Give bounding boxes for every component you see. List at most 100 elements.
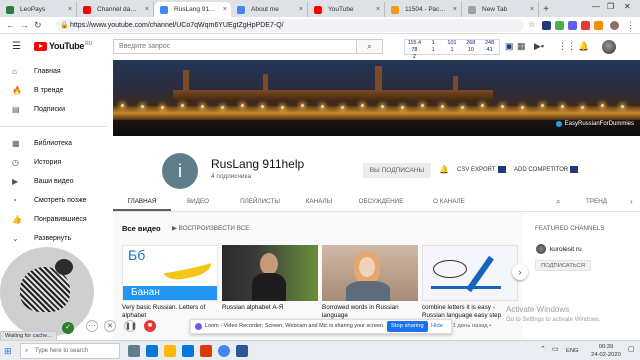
featured-channel-avatar[interactable] (536, 244, 546, 254)
video-card[interactable]: Borrowed words in Russian language (322, 245, 418, 320)
next-arrow-button[interactable]: › (512, 264, 528, 280)
browser-tab[interactable]: About me × (231, 2, 308, 17)
ext-grid-icon[interactable]: ▦ (517, 41, 526, 52)
file-explorer-icon[interactable] (164, 345, 176, 357)
close-tab-icon[interactable]: × (68, 2, 72, 17)
bell-icon[interactable]: 🔔 (439, 165, 449, 174)
channel-tab[interactable]: ГЛАВНАЯ (113, 193, 171, 211)
browser-tab[interactable]: 11504 - Рассылк × (385, 2, 462, 17)
profile-icon[interactable] (610, 21, 619, 30)
browser-tab[interactable]: YouTube × (308, 2, 385, 17)
video-thumbnail[interactable] (422, 245, 518, 301)
sidebar-item[interactable]: ▦ Библиотека (0, 134, 108, 153)
browser-tab[interactable]: Channel dashboard × (77, 2, 154, 17)
video-card[interactable]: combine letters it is easy - Russian lan… (422, 245, 518, 320)
task-view-icon[interactable] (128, 345, 140, 357)
sidebar-item[interactable]: 👍 Понравившиеся (0, 210, 108, 229)
extension-icon[interactable] (555, 21, 564, 30)
clock[interactable]: 00:39 24-02-2020 (586, 343, 626, 359)
sidebar-item[interactable]: ◷ История (0, 153, 108, 172)
back-icon[interactable]: ← (6, 20, 15, 30)
new-tab-button[interactable]: + (539, 2, 553, 17)
notifications-center-icon[interactable]: ▢ (628, 346, 635, 354)
video-title[interactable]: Very basic Russian. Letters of alphabet (122, 304, 218, 320)
forward-icon[interactable]: → (20, 20, 29, 30)
extension-icon[interactable] (594, 21, 603, 30)
stop-sharing-button[interactable]: Stop sharing (387, 321, 428, 332)
recorder-close-icon[interactable]: ✕ (104, 320, 116, 332)
ext-badge-icon[interactable]: ▣ (505, 41, 514, 52)
featured-subscribe-button[interactable]: ПОДПИСАТЬСЯ (535, 260, 591, 271)
search-input[interactable]: Введите запрос (113, 39, 357, 54)
star-icon[interactable]: ☆ (528, 20, 535, 29)
play-all-button[interactable]: ▶ ВОСПРОИЗВЕСТИ ВСЕ (172, 225, 249, 232)
channel-tab[interactable]: ВИДЕО (171, 193, 225, 211)
word-icon[interactable] (236, 345, 248, 357)
video-thumbnail[interactable]: Бб Банан (122, 245, 218, 301)
channel-tab[interactable]: ОБСУЖДЕНИЕ (343, 193, 419, 211)
apps-icon[interactable]: ⋮⋮ (558, 41, 576, 52)
chevron-right-icon[interactable]: › (630, 197, 633, 206)
minimize-icon[interactable]: — (592, 2, 600, 11)
browser-tab[interactable]: LeoPays × (0, 2, 77, 17)
close-tab-icon[interactable]: × (223, 2, 227, 17)
sidebar-item[interactable]: 🔥 В тренде (0, 81, 108, 100)
channel-tab[interactable]: ПЛЕЙЛИСТЫ (225, 193, 295, 211)
recorder-stop-icon[interactable]: ■ (144, 320, 156, 332)
sidebar-item[interactable]: ⌄ Развернуть (0, 229, 108, 248)
sidebar-item[interactable]: ▤ Подписки (0, 100, 108, 119)
tray-arrow-icon[interactable]: ⌃ (540, 346, 546, 354)
taskbar-search-input[interactable]: ⌕ Type here to search (20, 343, 120, 359)
video-title[interactable]: Russian alphabet А-Я (222, 304, 318, 320)
subscribed-button[interactable]: ВЫ ПОДПИСАНЫ (363, 163, 431, 178)
notifications-icon[interactable]: 🔔 (578, 41, 589, 52)
chrome-icon[interactable] (218, 345, 230, 357)
extension-icon[interactable] (542, 21, 551, 30)
video-thumbnail[interactable] (322, 245, 418, 301)
channel-search-icon[interactable]: ⌕ (556, 197, 560, 207)
video-card[interactable]: Russian alphabet А-Я (222, 245, 318, 320)
close-tab-icon[interactable]: × (145, 2, 149, 17)
add-competitor-button[interactable]: ADD COMPETITOR (514, 166, 579, 173)
loom-extension-icon[interactable] (568, 21, 577, 30)
tab-trending[interactable]: ТРЕНД (586, 198, 607, 205)
featured-channel-name[interactable]: kurolesit ru (550, 246, 582, 253)
browser-tab[interactable]: New Tab × (462, 2, 539, 17)
sidebar-item[interactable]: ⌂ Главная (0, 62, 108, 81)
video-card[interactable]: Бб Банан Very basic Russian. Letters of … (122, 245, 218, 320)
close-window-icon[interactable]: ✕ (624, 2, 631, 11)
menu-dots-icon[interactable]: ⋮ (626, 20, 635, 31)
webcam-bubble[interactable] (0, 247, 94, 337)
hamburger-menu-icon[interactable]: ☰ (12, 41, 21, 52)
youtube-logo[interactable]: YouTube RU (34, 41, 92, 51)
extension-icon[interactable] (581, 21, 590, 30)
channel-tab[interactable]: КАНАЛЫ (295, 193, 343, 211)
store-icon[interactable] (182, 345, 194, 357)
language-indicator[interactable]: ENG (566, 347, 579, 355)
banner-social-link[interactable]: EasyRussianForDummies (555, 121, 634, 127)
network-icon[interactable]: ▭ (552, 346, 559, 354)
video-thumbnail[interactable] (222, 245, 318, 301)
create-video-icon[interactable]: ▶▪ (534, 41, 544, 52)
hide-button[interactable]: Hide (431, 321, 443, 332)
sidebar-item[interactable]: ▶ Ваши видео (0, 172, 108, 191)
close-tab-icon[interactable]: × (299, 2, 303, 17)
edge-icon[interactable] (146, 345, 158, 357)
recorder-more-icon[interactable]: ⋯ (86, 320, 98, 332)
recorder-pause-icon[interactable]: ❚❚ (124, 320, 137, 332)
recorder-check-icon[interactable]: ✓ (62, 322, 74, 334)
channel-tab[interactable]: О КАНАЛЕ (419, 193, 479, 211)
url-field[interactable]: 🔒 https://www.youtube.com/channel/UCo7qW… (56, 19, 524, 32)
csv-export-button[interactable]: CSV EXPORT (457, 166, 506, 173)
search-button[interactable]: ⌕ (357, 39, 383, 54)
close-tab-icon[interactable]: × (376, 2, 380, 17)
video-title[interactable]: Borrowed words in Russian language (322, 304, 418, 320)
office-icon[interactable] (200, 345, 212, 357)
reload-icon[interactable]: ↻ (34, 20, 42, 31)
close-tab-icon[interactable]: × (453, 2, 457, 17)
video-title[interactable]: combine letters it is easy - Russian lan… (422, 304, 518, 320)
close-tab-icon[interactable]: × (530, 2, 534, 17)
browser-tab[interactable]: RusLang 911help × (154, 2, 231, 17)
maximize-icon[interactable]: ❐ (607, 2, 614, 11)
account-avatar[interactable] (602, 40, 616, 54)
